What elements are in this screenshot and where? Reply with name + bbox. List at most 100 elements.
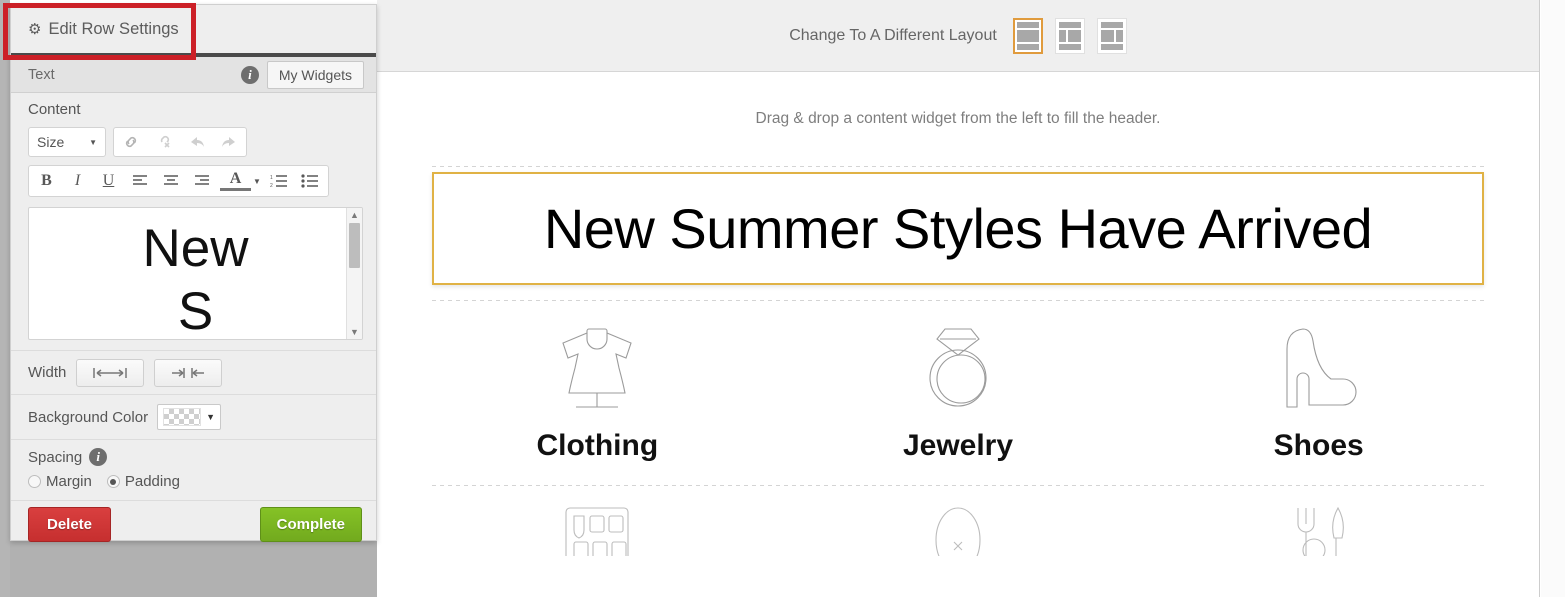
website-canvas: Change To A Different Layout Drag & drop… [377, 0, 1540, 597]
row-separator-top [432, 166, 1484, 167]
color-swatch [163, 408, 202, 426]
hero-headline: New Summer Styles Have Arrived [543, 197, 1373, 260]
chevron-down-icon: ▼ [206, 412, 215, 422]
layout-toolbar: Change To A Different Layout [377, 0, 1539, 72]
content-section: Content [11, 93, 376, 125]
rich-text-editor[interactable]: New S ▲ ▼ [28, 207, 363, 340]
panel-footer: Delete Complete [11, 500, 376, 547]
layout-option-two-column-left[interactable] [1054, 17, 1085, 54]
editor-toolbar-row-1: Size ▼ [11, 125, 376, 157]
category-item-fragrance[interactable] [778, 504, 1139, 556]
panel-header[interactable]: ⚙ Edit Row Settings [11, 5, 376, 57]
layout-preview-header [1016, 21, 1039, 28]
font-size-select[interactable]: Size ▼ [28, 127, 106, 157]
row-separator-middle [432, 300, 1484, 301]
layout-preview-footer [1058, 43, 1081, 50]
category-item-clothing[interactable]: Clothing [417, 323, 778, 463]
underline-button[interactable]: U [93, 166, 124, 196]
category-row-2 [377, 504, 1539, 556]
scroll-up-icon[interactable]: ▲ [350, 208, 359, 222]
numbered-list-icon[interactable]: 1 2 [264, 166, 295, 196]
padding-radio[interactable] [106, 475, 120, 488]
gear-icon: ⚙ [28, 20, 42, 38]
spacing-section: Spacing i Margin Padding [11, 439, 376, 500]
background-color-picker[interactable]: ▼ [157, 404, 221, 430]
width-section: Width [11, 350, 376, 394]
text-color-button[interactable]: A ▼ [217, 169, 264, 191]
align-left-icon[interactable] [124, 166, 155, 196]
layout-preview-header [1058, 21, 1081, 28]
category-item-shoes[interactable]: Shoes [1138, 323, 1499, 463]
layout-preview-footer [1016, 43, 1039, 50]
workspace-below-panel [10, 541, 377, 597]
background-color-label: Background Color [28, 408, 149, 426]
canvas-right-gutter [1541, 0, 1565, 597]
hero-row: New Summer Styles Have Arrived [377, 172, 1539, 285]
drag-drop-hint: Drag & drop a content widget from the le… [755, 110, 1161, 127]
padding-label[interactable]: Padding [125, 473, 180, 490]
panel-title: Edit Row Settings [48, 19, 179, 38]
category-item-dining[interactable] [1138, 504, 1499, 556]
category-label: Shoes [1273, 429, 1364, 462]
my-widgets-button[interactable]: My Widgets [266, 60, 364, 89]
workspace-left-strip [0, 0, 10, 597]
italic-button[interactable]: I [62, 166, 93, 196]
tab-text[interactable]: Text [28, 67, 241, 83]
layout-preview-body [1016, 29, 1039, 42]
spacing-label: Spacing [28, 448, 83, 466]
category-item-jewelry[interactable]: Jewelry [778, 323, 1139, 463]
layout-option-two-column-right[interactable] [1096, 17, 1127, 54]
redo-arrow-icon[interactable] [213, 128, 246, 156]
width-shrink-icon[interactable] [154, 358, 223, 387]
layout-preview-header [1100, 21, 1123, 28]
delete-button[interactable]: Delete [28, 506, 112, 542]
unlink-icon[interactable] [147, 128, 180, 156]
font-size-label: Size [37, 134, 65, 150]
align-right-icon[interactable] [186, 166, 217, 196]
row-separator-bottom [432, 485, 1484, 486]
margin-radio[interactable] [28, 475, 41, 488]
complete-button[interactable]: Complete [259, 506, 362, 542]
svg-text:2: 2 [270, 183, 273, 188]
layout-option-single-column[interactable] [1012, 17, 1043, 54]
margin-label[interactable]: Margin [46, 473, 92, 490]
svg-text:1: 1 [270, 175, 273, 181]
text-color-label: A [220, 169, 251, 191]
high-heel-icon [1273, 323, 1365, 415]
layout-preview-body [1058, 29, 1081, 42]
chevron-down-icon: ▼ [89, 137, 97, 147]
dress-form-icon [551, 323, 643, 415]
makeup-palette-icon [562, 504, 632, 556]
link-icon[interactable] [114, 128, 147, 156]
ring-icon [912, 323, 1004, 415]
spacing-radio-group: Margin Padding [28, 473, 376, 490]
align-center-icon[interactable] [155, 166, 186, 196]
background-color-section: Background Color ▼ [11, 394, 376, 439]
bold-button[interactable]: B [31, 166, 62, 196]
scrollbar-thumb[interactable] [349, 223, 360, 268]
layout-preview-body [1100, 29, 1123, 42]
bullet-list-icon[interactable] [295, 166, 326, 196]
category-item-beauty[interactable] [417, 504, 778, 556]
width-full-icon[interactable] [76, 358, 145, 387]
link-toolbar-group [113, 127, 247, 157]
undo-arrow-icon[interactable] [180, 128, 213, 156]
category-row: Clothing Jewelry Shoes [377, 323, 1539, 463]
spacing-header: Spacing i [28, 448, 376, 466]
layout-toolbar-label: Change To A Different Layout [789, 26, 997, 44]
perfume-bottle-icon [923, 504, 993, 556]
info-icon[interactable]: i [240, 65, 259, 84]
editor-toolbar-row-2: B I U A ▼ 1 2 [11, 157, 376, 197]
editor-content[interactable]: New S [29, 208, 362, 339]
info-icon[interactable]: i [89, 448, 108, 466]
app-root: Change To A Different Layout Drag & drop… [0, 0, 1565, 597]
editor-scrollbar[interactable]: ▲ ▼ [346, 208, 362, 339]
row-settings-panel: ⚙ Edit Row Settings Text i My Widgets Co… [10, 4, 377, 542]
hero-text-widget[interactable]: New Summer Styles Have Arrived [432, 172, 1484, 285]
category-label: Clothing [536, 429, 659, 462]
width-label: Width [28, 364, 67, 381]
layout-preview-footer [1100, 43, 1123, 50]
content-label: Content [28, 101, 81, 118]
scroll-down-icon[interactable]: ▼ [350, 325, 359, 339]
panel-tab-row: Text i My Widgets [11, 57, 376, 93]
